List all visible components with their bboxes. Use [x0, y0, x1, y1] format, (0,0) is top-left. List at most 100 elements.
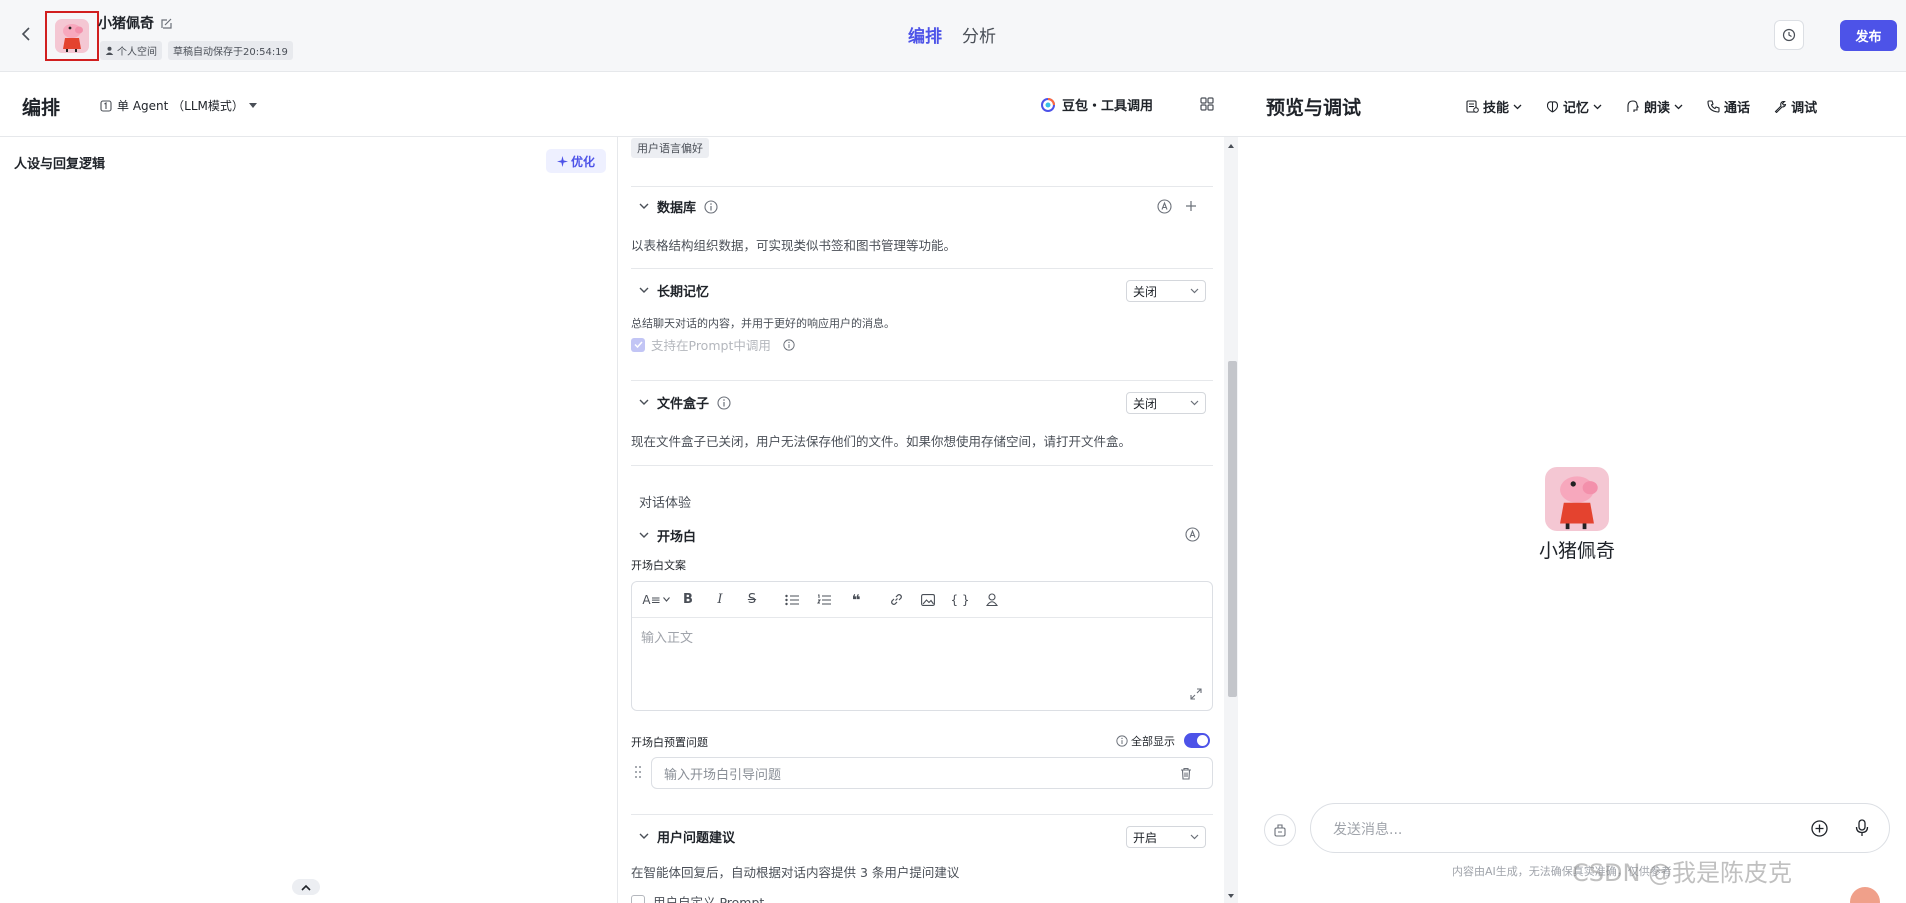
chevron-up-icon	[301, 884, 311, 891]
show-all-toggle[interactable]	[1184, 733, 1210, 748]
trash-icon[interactable]	[1180, 767, 1192, 780]
prompt-checkbox-row: 支持在Prompt中调用	[631, 335, 795, 354]
preview-bot-name: 小猪佩奇	[1538, 540, 1615, 562]
microphone-icon[interactable]	[1855, 819, 1869, 837]
watermark: CSDN @我是陈皮克	[1572, 859, 1793, 887]
plus-icon	[1186, 201, 1196, 211]
add-database-button[interactable]	[1185, 200, 1197, 212]
divider	[631, 186, 1213, 187]
user-mention-icon[interactable]	[976, 588, 1008, 612]
caret-down-icon	[248, 102, 257, 108]
info-icon[interactable]	[783, 338, 795, 351]
chat-input[interactable]: 发送消息...	[1310, 803, 1890, 853]
scrollbar-thumb[interactable]	[1228, 361, 1237, 697]
file-box-header[interactable]: 文件盒子	[639, 393, 731, 412]
bot-meta-row: 个人空间 草稿自动保存于20:54:19	[100, 41, 293, 60]
chevron-down-icon	[639, 532, 649, 538]
suggestions-select[interactable]: 开启	[1126, 826, 1206, 848]
preview-header: 预览与调试 技能 记忆 朗读 通话 调试	[1242, 73, 1906, 137]
strikethrough-icon[interactable]: S	[736, 588, 768, 612]
phone-icon	[1707, 100, 1720, 113]
long-memory-select[interactable]: 关闭	[1126, 280, 1206, 302]
expand-icon[interactable]	[1190, 688, 1202, 700]
opening-question-input[interactable]: 输入开场白引导问题	[651, 757, 1213, 789]
skills-dropdown[interactable]: 技能	[1466, 97, 1522, 116]
image-icon[interactable]	[912, 588, 944, 612]
agent-icon	[100, 99, 112, 112]
opening-header[interactable]: 开场白	[639, 526, 696, 545]
opening-editor[interactable]: A≡ B I S ❝ { } 输入正文	[631, 581, 1213, 711]
suggestions-header[interactable]: 用户问题建议	[639, 827, 735, 846]
long-memory-select-value: 关闭	[1133, 284, 1158, 299]
info-icon[interactable]	[1116, 735, 1128, 747]
info-icon[interactable]	[717, 395, 731, 410]
tab-analysis[interactable]: 分析	[962, 22, 996, 47]
bullet-list-icon[interactable]	[776, 588, 808, 612]
scroll-up-icon[interactable]	[1224, 141, 1238, 151]
back-button[interactable]	[14, 22, 38, 46]
font-size-button[interactable]: A≡	[640, 588, 672, 612]
bot-avatar-selected[interactable]	[45, 11, 99, 61]
preview-toolbar: 技能 记忆 朗读 通话 调试	[1466, 97, 1817, 116]
custom-prompt-checkbox[interactable]	[631, 894, 645, 903]
preview-panel: 小猪佩奇 发送消息... 内容由AI生成，无法确保真实准确，仅供参考 CSDN …	[1242, 137, 1906, 903]
code-braces-icon[interactable]: { }	[944, 588, 976, 612]
debug-button[interactable]: 调试	[1774, 97, 1817, 116]
check-icon	[633, 341, 643, 348]
show-all-label: 全部显示	[1131, 735, 1175, 748]
memory-dropdown[interactable]: 记忆	[1546, 97, 1602, 116]
link-icon[interactable]	[880, 588, 912, 612]
call-button[interactable]: 通话	[1707, 97, 1750, 116]
bold-icon[interactable]: B	[672, 588, 704, 612]
database-header[interactable]: 数据库	[639, 197, 718, 216]
clear-context-button[interactable]	[1264, 814, 1296, 846]
suggestions-desc: 在智能体回复后，自动根据对话内容提供 3 条用户提问建议	[631, 865, 960, 880]
tab-orchestrate[interactable]: 编排	[908, 22, 942, 47]
scroll-down-icon[interactable]	[1224, 891, 1238, 901]
file-box-select-value: 关闭	[1133, 396, 1158, 411]
peppa-avatar	[55, 19, 89, 53]
clock-history-icon	[1782, 28, 1796, 42]
preview-title: 预览与调试	[1266, 97, 1362, 119]
editor-placeholder: 输入正文	[641, 631, 694, 646]
floating-assistant-icon[interactable]	[1850, 887, 1880, 903]
layout-grid-button[interactable]	[1200, 97, 1214, 115]
add-attachment-icon[interactable]	[1811, 820, 1828, 837]
skills-panel: 用户语言偏好 数据库 以表格结构组织数据，可实现类似书签和图书管理等功能。 长期…	[619, 137, 1242, 903]
divider	[631, 465, 1213, 466]
drag-handle-icon[interactable]	[634, 765, 642, 783]
auto-icon[interactable]	[1185, 527, 1200, 542]
info-icon[interactable]	[704, 199, 718, 214]
history-button[interactable]	[1774, 20, 1804, 50]
publish-button[interactable]: 发布	[1840, 20, 1897, 51]
agent-mode-select[interactable]: 单 Agent （LLM模式）	[100, 97, 257, 114]
chevron-down-icon	[1513, 104, 1522, 109]
chevron-down-icon	[1190, 834, 1199, 840]
chevron-down-icon	[1190, 400, 1199, 406]
space-label: 个人空间	[117, 47, 157, 58]
divider	[631, 268, 1213, 269]
editor-toolbar: A≡ B I S ❝ { }	[632, 582, 1212, 618]
file-box-select[interactable]: 关闭	[1126, 392, 1206, 414]
chevron-left-icon	[21, 27, 30, 41]
question-placeholder: 输入开场白引导问题	[664, 767, 782, 783]
model-select[interactable]: 豆包・工具调用	[1040, 95, 1153, 114]
wrench-icon	[1774, 100, 1787, 113]
italic-icon[interactable]: I	[704, 588, 736, 612]
divider	[631, 380, 1213, 381]
chevron-down-icon	[662, 597, 670, 602]
autosave-label: 草稿自动保存于20:54:19	[173, 47, 288, 58]
collapse-button[interactable]	[292, 879, 320, 895]
persona-title: 人设与回复逻辑	[14, 157, 106, 172]
prompt-checkbox[interactable]	[631, 337, 645, 352]
chevron-down-icon	[639, 833, 649, 839]
numbered-list-icon[interactable]	[808, 588, 840, 612]
optimize-button[interactable]: 优化	[546, 149, 606, 173]
edit-icon[interactable]	[160, 17, 173, 30]
suggestions-select-value: 开启	[1133, 830, 1158, 845]
quote-icon[interactable]: ❝	[840, 588, 872, 612]
read-aloud-dropdown[interactable]: 朗读	[1626, 97, 1683, 116]
chat-input-placeholder: 发送消息...	[1333, 822, 1403, 838]
auto-icon[interactable]	[1157, 199, 1172, 214]
long-memory-header[interactable]: 长期记忆	[639, 281, 709, 300]
